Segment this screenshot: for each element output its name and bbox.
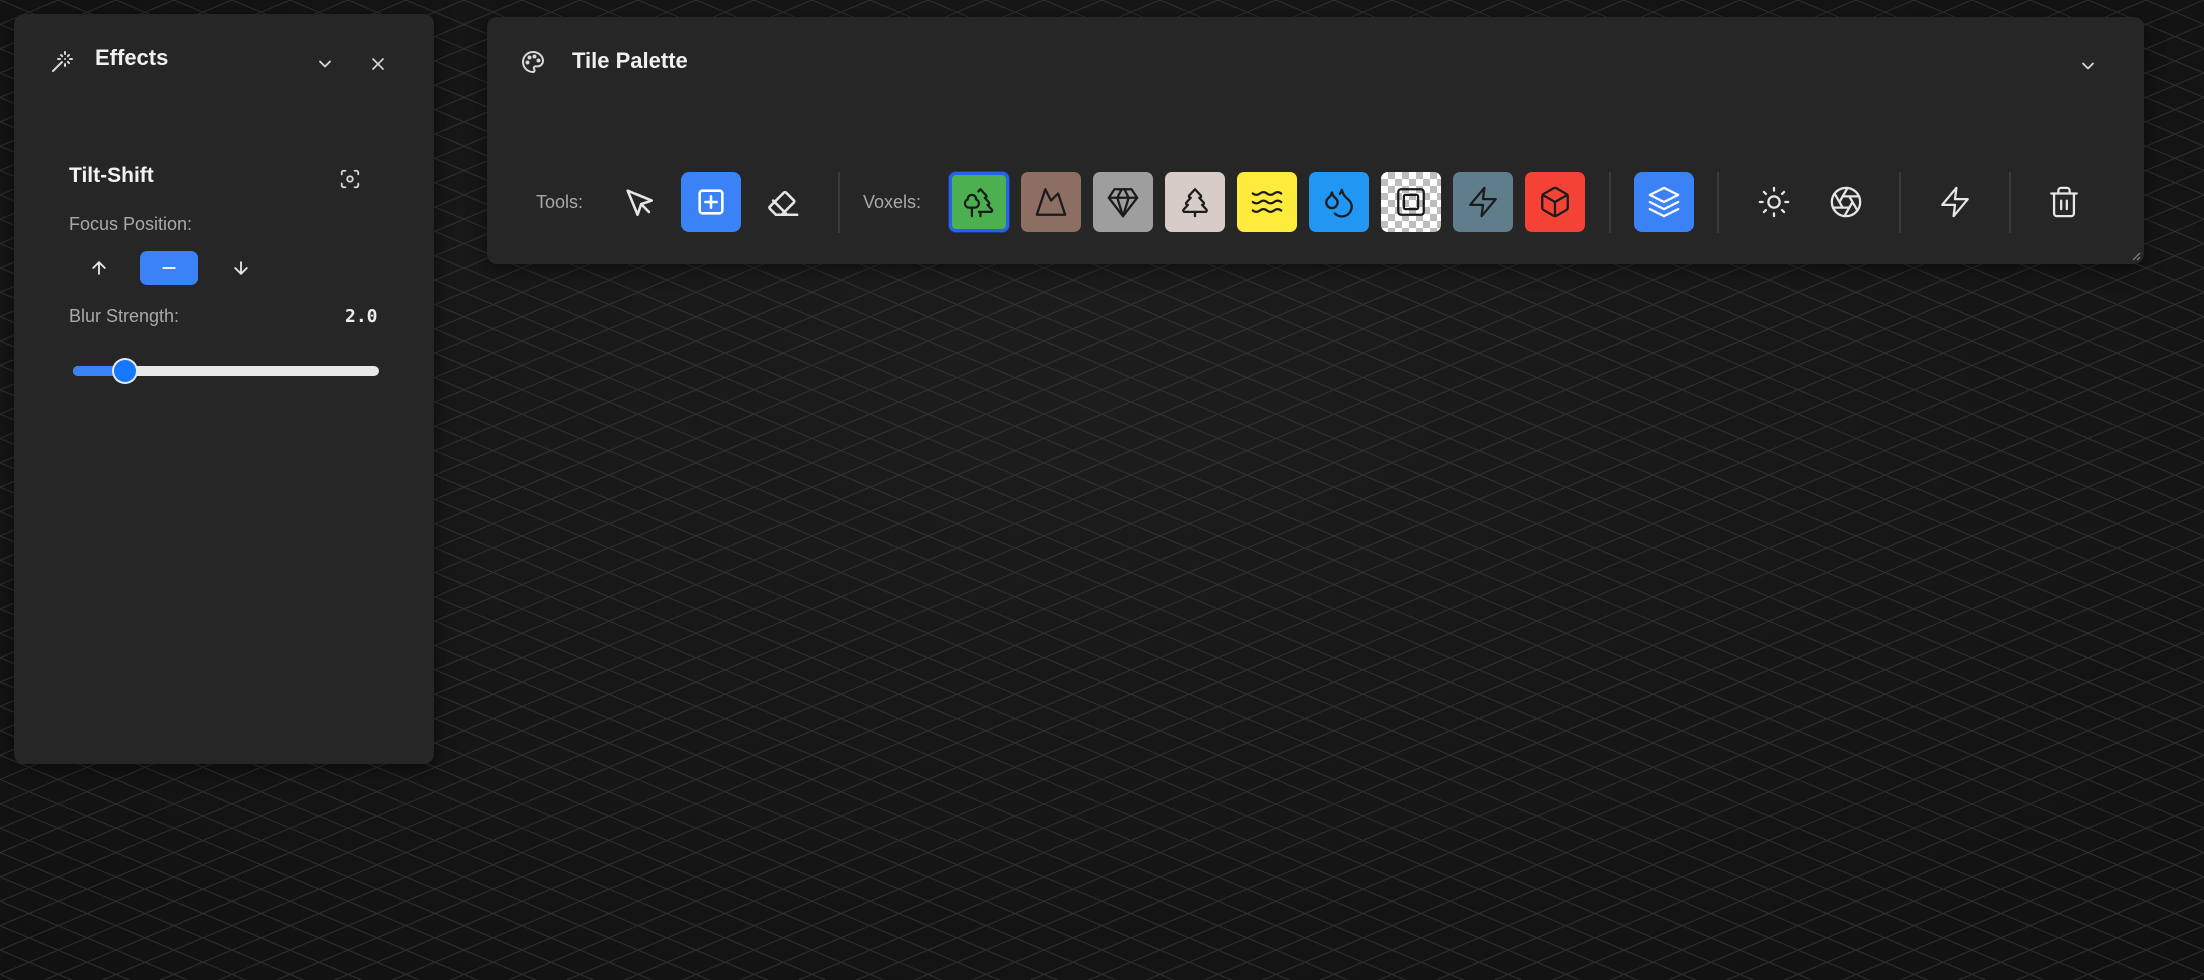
palette-icon [521,50,545,74]
voxel-glass-swatch[interactable] [1381,172,1441,232]
focus-up-button[interactable] [70,251,128,285]
voxels-label: Voxels: [863,192,922,212]
blur-strength-label: Blur Strength: [69,306,180,326]
voxel-stone-swatch[interactable] [1093,172,1153,232]
tile-palette-title: Tile Palette [572,48,688,73]
lighting-button[interactable] [1744,172,1804,232]
power-effects-button[interactable] [1925,172,1985,232]
toolbar-divider [838,172,840,233]
close-effects-button[interactable] [363,49,393,79]
sun-icon [1758,186,1790,218]
add-tool-button[interactable] [681,172,741,232]
tile-palette-panel: Tile Palette Tools: Voxels: [487,17,2144,264]
collapse-effects-button[interactable] [310,49,340,79]
magic-wand-icon [50,50,74,74]
focus-down-button[interactable] [212,251,270,285]
blur-strength-value: 2.0 [345,306,378,327]
chevron-down-icon [319,60,331,68]
mountain-icon [1035,188,1067,216]
toolbar-divider [1609,172,1611,233]
resize-handle[interactable] [2131,251,2141,261]
chevron-down-icon [2082,62,2094,70]
tilt-shift-focus-button[interactable] [335,164,365,194]
waves-icon [1251,190,1283,214]
toolbar-divider [1717,172,1719,233]
erase-tool-button[interactable] [753,172,813,232]
frame-icon [1397,188,1425,216]
voxel-snow-swatch[interactable] [1165,172,1225,232]
zap-icon [1941,186,1969,218]
trees-icon [963,188,994,218]
box-icon [1541,186,1569,218]
aperture-icon [1830,186,1862,218]
blur-strength-slider[interactable] [73,360,379,382]
arrow-up-icon [92,261,106,275]
voxel-grass-swatch[interactable] [949,172,1009,232]
trash-icon [2050,186,2078,218]
voxel-brick-swatch[interactable] [1525,172,1585,232]
effects-panel: Effects Tilt-Shift Focus Position: Blur … [14,14,434,764]
close-icon [372,58,384,70]
droplets-icon [1325,188,1353,218]
layers-icon [1648,186,1680,218]
focus-position-label: Focus Position: [69,214,193,234]
collapse-palette-button[interactable] [2073,51,2103,81]
toolbar-divider [2009,172,2011,233]
slider-thumb[interactable] [114,360,137,382]
clear-all-button[interactable] [2034,172,2094,232]
arrow-down-icon [234,261,248,275]
square-plus-icon [698,189,724,215]
voxel-metal-swatch[interactable] [1453,172,1513,232]
voxel-water-swatch[interactable] [1309,172,1369,232]
effects-panel-title: Effects [95,45,169,70]
pine-tree-icon [1182,188,1208,218]
voxel-sand-swatch[interactable] [1237,172,1297,232]
select-tool-button[interactable] [609,172,669,232]
scan-focus-icon [340,169,360,189]
zap-icon [1469,186,1497,218]
toolbar-divider [1899,172,1901,233]
camera-settings-button[interactable] [1816,172,1876,232]
cursor-icon [626,189,654,217]
focus-center-button[interactable] [140,251,198,285]
layers-button[interactable] [1634,172,1694,232]
tools-label: Tools: [536,192,584,212]
eraser-icon [768,190,799,217]
minus-icon [162,267,176,269]
gem-icon [1107,188,1139,218]
voxel-dirt-swatch[interactable] [1021,172,1081,232]
tilt-shift-title: Tilt-Shift [69,164,154,187]
